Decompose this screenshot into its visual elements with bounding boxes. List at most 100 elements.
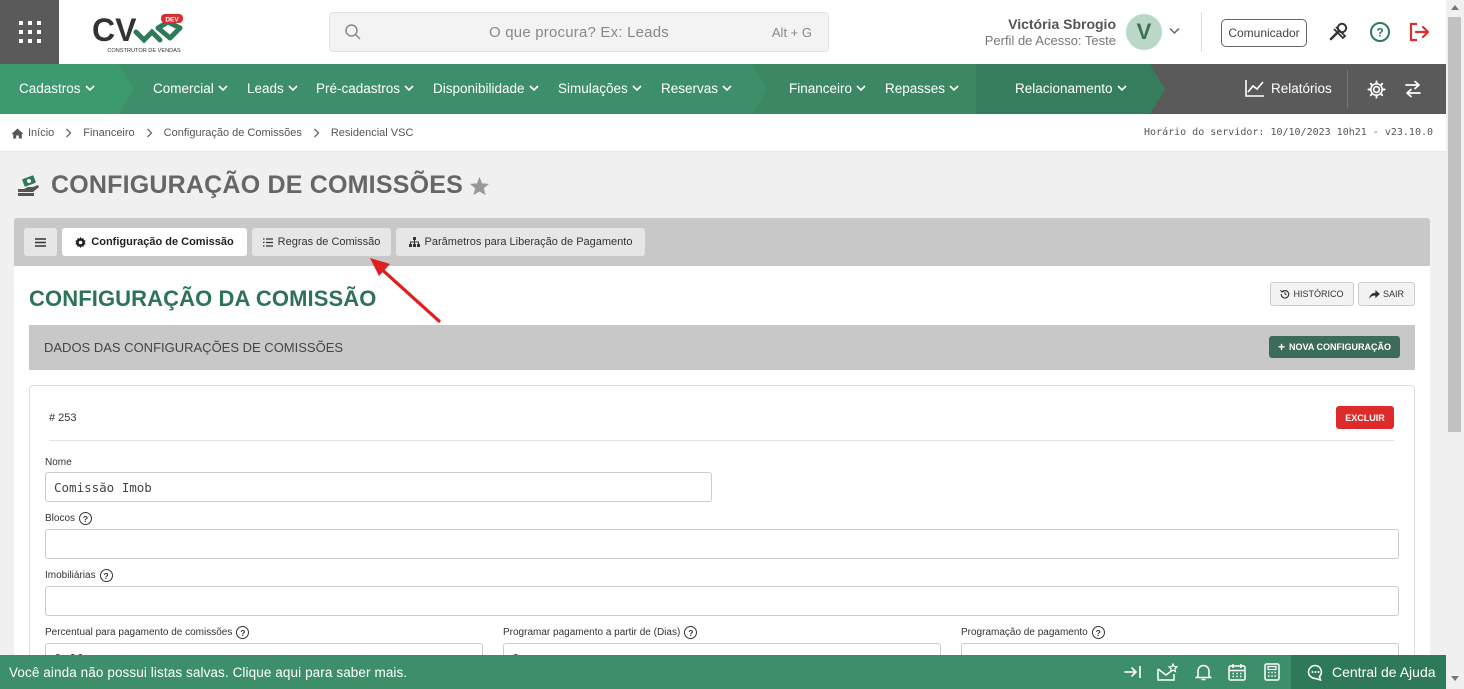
- field-label-text: Programar pagamento a partir de (Dias): [503, 627, 681, 638]
- chevron-right-icon: [313, 128, 320, 138]
- history-icon: [1280, 289, 1290, 299]
- chevron-down-icon: [632, 85, 642, 92]
- tab-label: Parâmetros para Liberação de Pagamento: [424, 236, 633, 248]
- chevron-down-icon: [288, 85, 298, 92]
- history-button[interactable]: HISTÓRICO: [1270, 282, 1354, 306]
- help-icon[interactable]: ?: [99, 569, 113, 582]
- help-icon[interactable]: ?: [79, 512, 93, 525]
- menu-comercial[interactable]: Comercial: [153, 81, 228, 96]
- list-icon: [262, 237, 273, 247]
- hamburger-icon: [35, 237, 46, 247]
- tab-menu-button[interactable]: [24, 228, 57, 256]
- scroll-up-icon[interactable]: [1451, 5, 1459, 10]
- chevron-down-icon: [528, 85, 539, 92]
- chevron-down-icon: [1116, 85, 1127, 92]
- logo-badge: DEV: [165, 17, 179, 24]
- user-info[interactable]: Victória Sbrogio Perfil de Acesso: Teste: [985, 16, 1116, 48]
- divider: [49, 440, 1394, 441]
- collapse-right-icon[interactable]: [1124, 663, 1142, 681]
- tab-label: Regras de Comissão: [277, 236, 381, 248]
- sitemap-icon: [408, 237, 420, 247]
- chevron-down-icon: [856, 85, 866, 92]
- cv-logo[interactable]: CV DEV CONSTRUTOR DE VENDAS: [92, 12, 186, 54]
- delete-button[interactable]: EXCLUIR: [1336, 406, 1394, 429]
- history-label: HISTÓRICO: [1293, 289, 1344, 299]
- blocos-input[interactable]: [45, 529, 1399, 559]
- chevron-down-icon: [949, 85, 959, 92]
- scrollbar-thumb[interactable]: [1448, 17, 1461, 432]
- menu-pre-cadastros[interactable]: Pré-cadastros: [316, 81, 414, 96]
- menu-relatorios[interactable]: Relatórios: [1245, 79, 1332, 97]
- record-id: # 253: [49, 412, 77, 424]
- svg-text:?: ?: [1376, 26, 1383, 40]
- grid-icon: [18, 21, 41, 43]
- logout-icon[interactable]: [1408, 21, 1432, 43]
- chevron-down-icon: [722, 85, 732, 92]
- programar-label: Programar pagamento a partir de (Dias) ?: [503, 626, 698, 639]
- gear-icon: [75, 236, 87, 248]
- chat-icon: [1307, 664, 1323, 681]
- menu-leads[interactable]: Leads: [247, 81, 298, 96]
- nome-label: Nome: [45, 457, 72, 468]
- menu-simulacoes[interactable]: Simulações: [558, 81, 642, 96]
- search-bar[interactable]: O que procura? Ex: Leads Alt + G: [329, 12, 829, 52]
- menu-label: Repasses: [885, 81, 946, 96]
- scroll-down-icon[interactable]: [1451, 676, 1459, 681]
- breadcrumb-item-inicio[interactable]: Início: [28, 127, 54, 139]
- chevron-down-icon[interactable]: [1169, 27, 1180, 35]
- tab-configuracao-comissao[interactable]: Configuração de Comissão: [62, 228, 247, 256]
- nome-input[interactable]: Comissão Imob: [45, 472, 712, 502]
- swap-icon[interactable]: [1404, 80, 1422, 98]
- breadcrumb-item-configuracao[interactable]: Configuração de Comissões: [164, 127, 302, 139]
- new-config-button[interactable]: + NOVA CONFIGURAÇÃO: [1268, 336, 1400, 358]
- menu-label: Cadastros: [19, 81, 81, 96]
- saved-lists-message[interactable]: Você ainda não possui listas salvas. Cli…: [9, 665, 407, 680]
- avatar[interactable]: V: [1126, 14, 1162, 50]
- chevron-right-icon: [146, 128, 153, 138]
- menu-relacionamento[interactable]: Relacionamento: [1015, 81, 1127, 96]
- field-label-text: Imobiliárias: [45, 570, 96, 581]
- breadcrumb-bar: Início Financeiro Configuração de Comiss…: [0, 114, 1446, 152]
- help-icon[interactable]: ?: [1091, 626, 1105, 639]
- menu-label: Leads: [247, 81, 284, 96]
- exit-button[interactable]: SAIR: [1358, 282, 1415, 306]
- page-title: CONFIGURAÇÃO DE COMISSÕES: [51, 171, 463, 199]
- menu-label: Financeiro: [789, 81, 853, 96]
- home-icon: [11, 128, 24, 138]
- apps-grid-button[interactable]: [0, 0, 59, 64]
- mail-star-icon[interactable]: [1157, 663, 1178, 682]
- help-center-button[interactable]: Central de Ajuda: [1291, 655, 1446, 689]
- menu-label: Relacionamento: [1015, 81, 1113, 96]
- menu-financeiro[interactable]: Financeiro: [789, 81, 866, 96]
- help-icon[interactable]: ?: [1369, 21, 1391, 43]
- logo-subtitle: CONSTRUTOR DE VENDAS: [107, 48, 181, 54]
- tab-label: Configuração de Comissão: [91, 236, 234, 248]
- bell-icon[interactable]: [1195, 663, 1212, 681]
- chevron-down-icon: [84, 85, 95, 92]
- tools-icon[interactable]: [1328, 21, 1350, 43]
- communicator-button[interactable]: Comunicador: [1221, 19, 1307, 47]
- star-icon[interactable]: [469, 176, 490, 196]
- menu-repasses[interactable]: Repasses: [885, 81, 959, 96]
- calculator-icon[interactable]: [1264, 663, 1280, 681]
- menu-disponibilidade[interactable]: Disponibilidade: [433, 81, 539, 96]
- breadcrumb-item-residencial: Residencial VSC: [330, 127, 414, 139]
- user-profile: Perfil de Acesso: Teste: [984, 33, 1116, 48]
- breadcrumb: Início Financeiro Configuração de Comiss…: [11, 127, 413, 139]
- help-icon[interactable]: ?: [684, 626, 698, 639]
- gear-icon[interactable]: [1367, 80, 1386, 99]
- menu-label: Comercial: [153, 81, 214, 96]
- calendar-icon[interactable]: [1228, 663, 1246, 681]
- menu-reservas[interactable]: Reservas: [661, 81, 732, 96]
- main-content: CONFIGURAÇÃO DA COMISSÃO HISTÓRICO SAIR …: [14, 266, 1430, 685]
- exit-label: SAIR: [1382, 289, 1404, 299]
- bottom-bar: Você ainda não possui listas salvas. Cli…: [0, 655, 1446, 689]
- chart-line-icon: [1245, 80, 1264, 97]
- help-icon[interactable]: ?: [236, 626, 250, 639]
- menu-cadastros[interactable]: Cadastros: [19, 81, 95, 96]
- breadcrumb-item-financeiro[interactable]: Financeiro: [83, 127, 134, 139]
- imobiliarias-input[interactable]: [45, 586, 1399, 616]
- menu-divider: [1347, 70, 1348, 108]
- scrollbar[interactable]: [1446, 0, 1464, 689]
- menu-label: Simulações: [558, 81, 628, 96]
